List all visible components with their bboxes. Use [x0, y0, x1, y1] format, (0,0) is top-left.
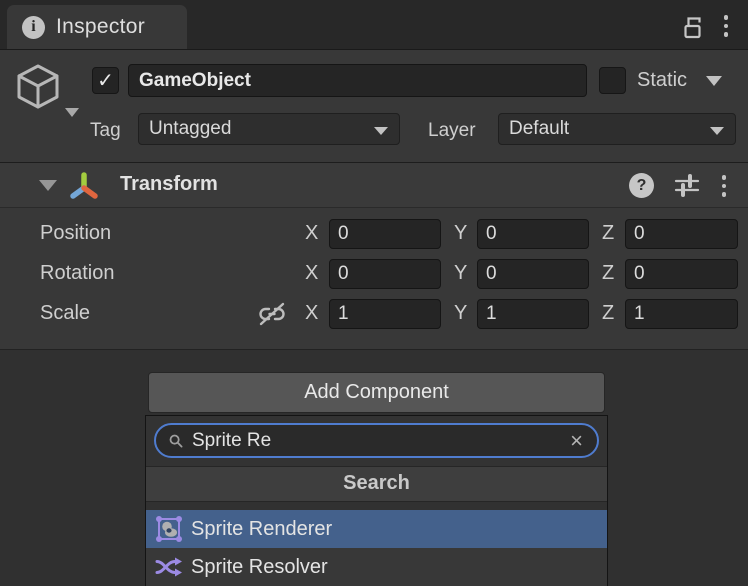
tag-label: Tag [90, 120, 121, 142]
static-checkbox[interactable] [599, 67, 626, 94]
static-dropdown-caret[interactable] [706, 76, 722, 86]
lock-icon[interactable] [680, 12, 706, 40]
z-axis-label: Z [602, 302, 614, 325]
tag-value: Untagged [149, 118, 231, 140]
scale-z-field[interactable] [625, 299, 738, 329]
rotation-row: Rotation X Y Z [0, 254, 748, 294]
transform-header[interactable]: Transform ? [0, 162, 748, 208]
result-label: Sprite Renderer [191, 518, 332, 541]
search-results-list: Sprite Renderer Sprite Resolver [146, 502, 607, 586]
result-sprite-resolver[interactable]: Sprite Resolver [146, 548, 607, 586]
sprite-renderer-icon [154, 514, 184, 544]
chevron-down-icon [374, 127, 388, 135]
broken-link-icon[interactable] [256, 300, 288, 328]
component-menu-icon[interactable] [716, 174, 732, 198]
panel-menu-icon[interactable] [716, 14, 736, 38]
y-axis-label: Y [454, 302, 467, 325]
scale-label: Scale [40, 302, 90, 325]
add-component-popup: × Search Sprite Re [145, 415, 608, 586]
y-axis-label: Y [454, 262, 467, 285]
result-sprite-renderer[interactable]: Sprite Renderer [146, 510, 607, 548]
x-axis-label: X [305, 302, 318, 325]
position-label: Position [40, 222, 111, 245]
transform-body: Position X Y Z Rotation X Y Z Scale [0, 208, 748, 349]
presets-icon[interactable] [674, 173, 700, 198]
z-axis-label: Z [602, 262, 614, 285]
inspector-panel: i Inspector ✓ [0, 0, 748, 586]
result-label: Sprite Resolver [191, 556, 328, 579]
search-row: × [146, 416, 607, 466]
gameobject-icon[interactable] [12, 60, 72, 116]
tab-bar: i Inspector [0, 0, 748, 50]
static-label: Static [637, 69, 687, 92]
rotation-y-field[interactable] [477, 259, 589, 289]
tab-title: Inspector [56, 15, 145, 39]
position-y-field[interactable] [477, 219, 589, 249]
position-x-field[interactable] [329, 219, 441, 249]
active-checkbox[interactable]: ✓ [92, 67, 119, 94]
clear-search-icon[interactable]: × [568, 430, 585, 452]
help-icon[interactable]: ? [629, 173, 654, 198]
rotation-x-field[interactable] [329, 259, 441, 289]
position-z-field[interactable] [625, 219, 738, 249]
tab-inspector[interactable]: i Inspector [7, 5, 187, 49]
layer-label: Layer [428, 120, 476, 142]
scale-y-field[interactable] [477, 299, 589, 329]
search-results-header: Search [146, 466, 607, 502]
scale-x-field[interactable] [329, 299, 441, 329]
chevron-down-icon [710, 127, 724, 135]
info-icon: i [22, 16, 45, 39]
icon-picker-caret [65, 108, 79, 117]
rotation-z-field[interactable] [625, 259, 738, 289]
x-axis-label: X [305, 222, 318, 245]
transform-title: Transform [120, 173, 218, 196]
z-axis-label: Z [602, 222, 614, 245]
transform-icon [66, 168, 102, 209]
foldout-icon[interactable] [39, 180, 57, 191]
rotation-label: Rotation [40, 262, 115, 285]
scale-row: Scale X Y Z [0, 294, 748, 334]
position-row: Position X Y Z [0, 214, 748, 254]
sprite-resolver-icon [154, 552, 184, 582]
gameobject-header: ✓ Static Tag Untagged Layer Default [0, 50, 748, 161]
tag-dropdown[interactable]: Untagged [138, 113, 400, 145]
check-icon: ✓ [97, 71, 114, 91]
layer-dropdown[interactable]: Default [498, 113, 736, 145]
layer-value: Default [509, 118, 569, 140]
gameobject-name-input[interactable] [128, 64, 587, 97]
x-axis-label: X [305, 262, 318, 285]
component-search-field[interactable]: × [154, 423, 599, 458]
search-input[interactable] [190, 429, 562, 453]
y-axis-label: Y [454, 222, 467, 245]
add-component-button[interactable]: Add Component [148, 372, 605, 413]
search-icon [168, 433, 184, 449]
